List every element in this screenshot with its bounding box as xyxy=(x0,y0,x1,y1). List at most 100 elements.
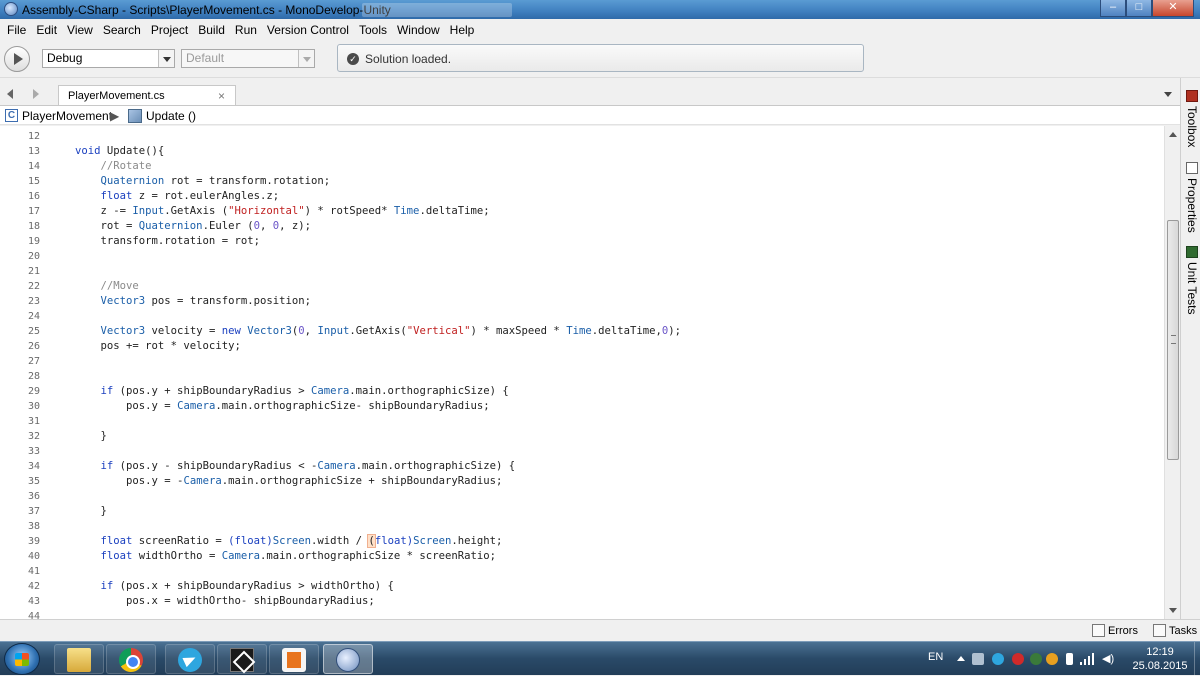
code-line[interactable]: 43 pos.x = widthOrtho- shipBoundaryRadiu… xyxy=(0,594,1164,609)
code-line[interactable]: 36 xyxy=(0,489,1164,504)
maximize-button[interactable]: □ xyxy=(1126,0,1152,17)
code-token: rot = transform.rotation; xyxy=(164,175,331,187)
show-hidden-icons-icon[interactable] xyxy=(957,656,965,661)
menu-view[interactable]: View xyxy=(62,23,98,37)
code-line[interactable]: 14 //Rotate xyxy=(0,159,1164,174)
code-token: .main.orthographicSize) { xyxy=(349,385,509,397)
taskbar-media-player[interactable] xyxy=(269,644,319,674)
scroll-up-icon[interactable] xyxy=(1169,132,1177,137)
code-token: .main.orthographicSize) { xyxy=(355,460,516,472)
language-indicator[interactable]: EN xyxy=(928,651,943,663)
code-token: , xyxy=(304,325,318,337)
taskbar-chrome[interactable] xyxy=(106,644,156,674)
code-token: , z); xyxy=(279,220,312,232)
scroll-down-icon[interactable] xyxy=(1169,608,1177,613)
taskbar-telegram[interactable] xyxy=(165,644,215,674)
navigate-forward-icon[interactable] xyxy=(33,89,39,99)
scrollbar-thumb[interactable] xyxy=(1167,220,1179,460)
close-tab-icon[interactable]: × xyxy=(218,89,225,103)
dock-tab-properties[interactable]: Properties xyxy=(1183,162,1199,233)
menu-version-control[interactable]: Version Control xyxy=(262,23,354,37)
code-line[interactable]: 23 Vector3 pos = transform.position; xyxy=(0,294,1164,309)
target-select: Default xyxy=(181,49,315,68)
antivirus-tray-icon[interactable] xyxy=(1012,653,1024,665)
close-button[interactable]: ✕ xyxy=(1152,0,1194,17)
errors-pad-button[interactable]: Errors xyxy=(1092,623,1138,639)
clock[interactable]: 12:19 25.08.2015 xyxy=(1124,645,1196,673)
code-line[interactable]: 16 float z = rot.eulerAngles.z; xyxy=(0,189,1164,204)
line-number: 34 xyxy=(27,461,40,472)
power-tray-icon[interactable] xyxy=(1046,653,1058,665)
code-line[interactable]: 34 if (pos.y - shipBoundaryRadius < -Cam… xyxy=(0,459,1164,474)
taskbar-monodevelop[interactable] xyxy=(323,644,373,674)
code-line[interactable]: 19 transform.rotation = rot; xyxy=(0,234,1164,249)
tab-playermovement[interactable]: PlayerMovement.cs × xyxy=(58,85,236,106)
code-line[interactable]: 39 float screenRatio = (float)Screen.wid… xyxy=(0,534,1164,549)
code-line[interactable]: 25 Vector3 velocity = new Vector3(0, Inp… xyxy=(0,324,1164,339)
code-line[interactable]: 18 rot = Quaternion.Euler (0, 0, z); xyxy=(0,219,1164,234)
code-line[interactable]: 40 float widthOrtho = Camera.main.orthog… xyxy=(0,549,1164,564)
editor-vertical-scrollbar[interactable] xyxy=(1164,126,1180,619)
code-line[interactable]: 32 } xyxy=(0,429,1164,444)
code-line[interactable]: 17 z -= Input.GetAxis ("Horizontal") * r… xyxy=(0,204,1164,219)
line-number: 33 xyxy=(27,446,40,457)
menu-help[interactable]: Help xyxy=(445,23,480,37)
navigate-back-icon[interactable] xyxy=(7,89,13,99)
code-line[interactable]: 38 xyxy=(0,519,1164,534)
show-desktop-button[interactable] xyxy=(1194,642,1200,676)
volume-icon[interactable]: ◀) xyxy=(1102,653,1114,665)
code-line[interactable]: 44 xyxy=(0,609,1164,619)
code-line[interactable]: 20 xyxy=(0,249,1164,264)
start-button[interactable] xyxy=(4,643,40,675)
code-line[interactable]: 21 xyxy=(0,264,1164,279)
breadcrumb-class[interactable]: PlayerMovement xyxy=(22,109,112,123)
code-line[interactable]: 42 if (pos.x + shipBoundaryRadius > widt… xyxy=(0,579,1164,594)
code-line[interactable]: 26 pos += rot * velocity; xyxy=(0,339,1164,354)
signal-strength-icon[interactable] xyxy=(1080,653,1096,665)
code-line[interactable]: 13 void Update(){ xyxy=(0,144,1164,159)
code-line[interactable]: 15 Quaternion rot = transform.rotation; xyxy=(0,174,1164,189)
run-button[interactable] xyxy=(4,46,30,72)
update-tray-icon[interactable] xyxy=(1030,653,1042,665)
telegram-tray-icon[interactable] xyxy=(992,653,1004,665)
code-line[interactable]: 22 //Move xyxy=(0,279,1164,294)
code-token: velocity = xyxy=(145,325,222,337)
menu-tools[interactable]: Tools xyxy=(354,23,392,37)
tasks-pad-button[interactable]: Tasks xyxy=(1153,623,1197,639)
battery-icon[interactable] xyxy=(1066,653,1073,665)
code-line[interactable]: 27 xyxy=(0,354,1164,369)
menu-window[interactable]: Window xyxy=(392,23,445,37)
dock-tab-unit-tests[interactable]: Unit Tests xyxy=(1183,246,1199,314)
code-line[interactable]: 37 } xyxy=(0,504,1164,519)
code-line[interactable]: 24 xyxy=(0,309,1164,324)
code-line[interactable]: 31 xyxy=(0,414,1164,429)
breadcrumb-method[interactable]: Update () xyxy=(146,109,196,123)
network-devices-icon[interactable] xyxy=(972,653,984,665)
chevron-down-icon[interactable] xyxy=(158,50,174,67)
minimize-button[interactable]: – xyxy=(1100,0,1126,17)
taskbar-explorer[interactable] xyxy=(54,644,104,674)
code-line[interactable]: 35 pos.y = -Camera.main.orthographicSize… xyxy=(0,474,1164,489)
code-line[interactable]: 41 xyxy=(0,564,1164,579)
code-line[interactable]: 30 pos.y = Camera.main.orthographicSize-… xyxy=(0,399,1164,414)
code-token: if xyxy=(100,580,114,592)
code-text: if (pos.y - shipBoundaryRadius < -Camera… xyxy=(75,459,516,474)
menu-search[interactable]: Search xyxy=(98,23,146,37)
taskbar-unity[interactable] xyxy=(217,644,267,674)
monodevelop-icon xyxy=(336,648,360,672)
code-line[interactable]: 29 if (pos.y + shipBoundaryRadius > Came… xyxy=(0,384,1164,399)
code-token: .GetAxis ( xyxy=(164,205,229,217)
code-line[interactable]: 28 xyxy=(0,369,1164,384)
menu-run[interactable]: Run xyxy=(230,23,262,37)
menu-edit[interactable]: Edit xyxy=(31,23,62,37)
tabs-dropdown-icon[interactable] xyxy=(1164,92,1172,97)
configuration-select[interactable]: Debug xyxy=(42,49,175,68)
menu-build[interactable]: Build xyxy=(193,23,230,37)
code-editor[interactable]: 12 13 void Update(){14 //Rotate 15 Quaterni… xyxy=(0,126,1180,619)
dock-tab-toolbox[interactable]: Toolbox xyxy=(1183,90,1199,147)
code-line[interactable]: 12 xyxy=(0,129,1164,144)
menu-file[interactable]: File xyxy=(2,23,31,37)
menu-project[interactable]: Project xyxy=(146,23,193,37)
code-line[interactable]: 33 xyxy=(0,444,1164,459)
code-token: Vector3 xyxy=(247,325,292,337)
